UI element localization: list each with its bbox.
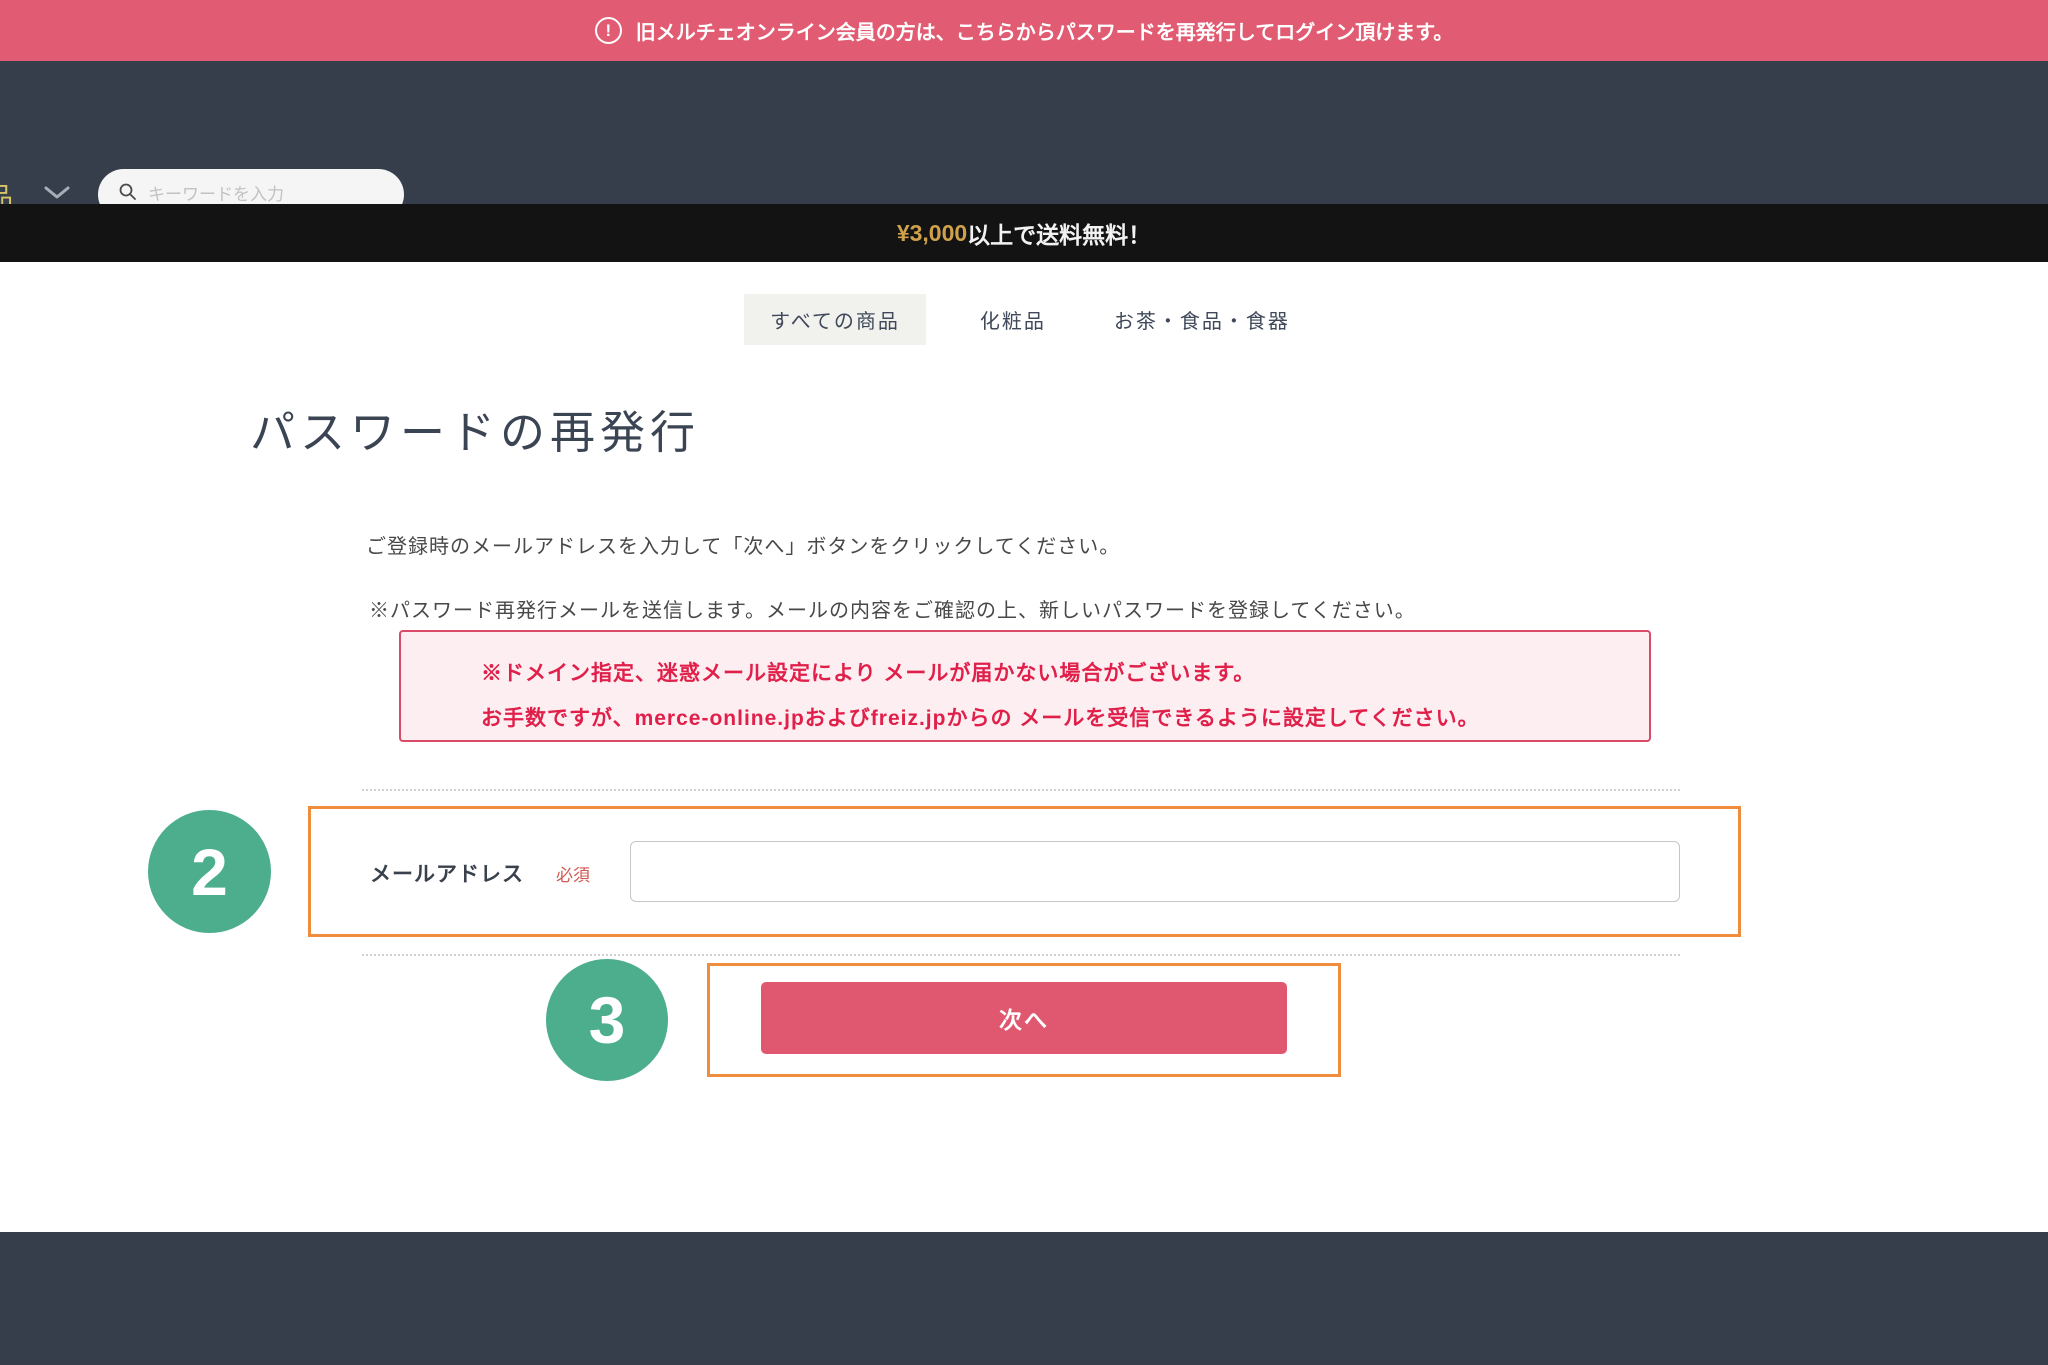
promo-bar: ¥3,000以上で送料無料！ [0,204,2048,262]
promo-text: 以上で送料無料！ [967,216,1151,250]
notice-banner-text: 旧メルチェオンライン会員の方は、こちらからパスワードを再発行してログイン頂けます… [636,16,1453,45]
search-icon [118,182,138,204]
tab-all-products[interactable]: すべての商品 [744,294,926,345]
chevron-down-icon[interactable] [42,185,72,204]
clipped-menu-label: 品 [0,177,13,204]
tab-cosmetics[interactable]: 化粧品 [966,294,1060,345]
dotted-separator-bottom [362,954,1680,956]
notice-banner[interactable]: 旧メルチェオンライン会員の方は、こちらからパスワードを再発行してログイン頂けます… [0,0,2048,61]
promo-amount: ¥3,000 [897,220,967,247]
mail-warning-box: ※ドメイン指定、迷惑メール設定により メールが届かない場合がございます。 お手数… [399,630,1651,742]
site-header: 品 [0,61,2048,204]
tab-tea-food-tableware[interactable]: お茶・食品・食器 [1100,294,1304,345]
dotted-separator-top [362,789,1680,791]
next-button[interactable]: 次へ [761,982,1287,1054]
warning-line-2: お手数ですが、merce-online.jpおよびfreiz.jpからの メール… [481,696,1649,741]
site-footer: 当サイトについて プライバシーポリシー 特定商取引法に基づく表記 ご利用規約 ご… [0,1232,2048,1365]
search-bar[interactable] [98,169,404,204]
warning-line-1: ※ドメイン指定、迷惑メール設定により メールが届かない場合がございます。 [481,651,1649,696]
email-label: メールアドレス [370,858,524,888]
category-tabs: すべての商品 化粧品 お茶・食品・食器 [0,294,2048,345]
required-badge: 必須 [556,861,590,886]
annotation-step-3: 3 [546,959,668,1081]
instruction-line-2: ※パスワード再発行メールを送信します。メールの内容をご確認の上、新しいパスワード… [369,594,1416,623]
search-input[interactable] [148,185,378,205]
email-field[interactable] [630,841,1680,902]
instruction-line-1: ご登録時のメールアドレスを入力して「次へ」ボタンをクリックしてください。 [366,530,1120,559]
page-title: パスワードの再発行 [250,396,700,461]
alert-circle-icon [595,17,622,44]
annotation-step-2: 2 [148,810,271,933]
